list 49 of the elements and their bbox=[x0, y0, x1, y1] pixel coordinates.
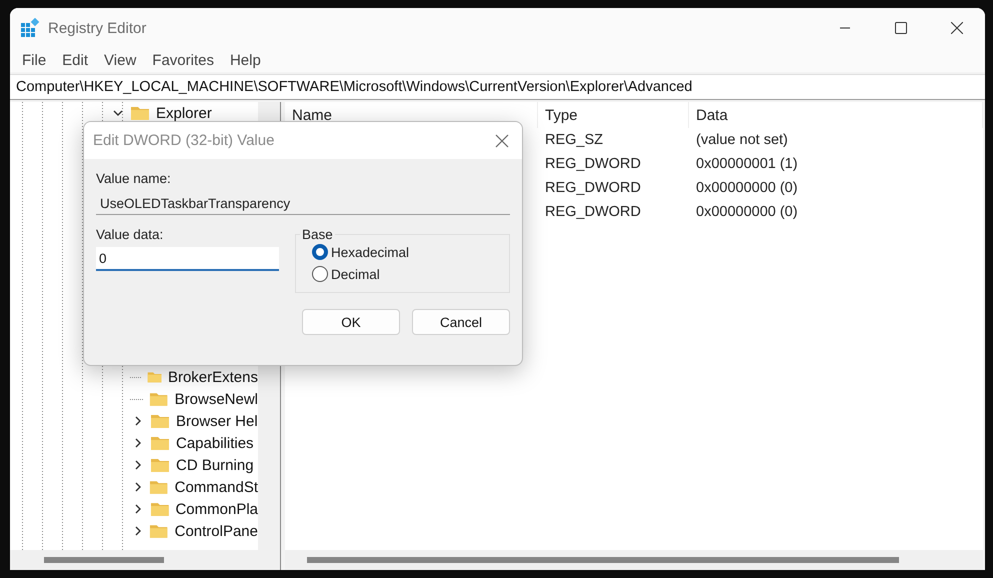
folder-icon bbox=[150, 413, 170, 429]
tree-item[interactable]: Explorer bbox=[156, 104, 212, 122]
tree-item[interactable]: CommonPla bbox=[175, 500, 258, 518]
folder-icon bbox=[130, 105, 150, 121]
close-icon bbox=[495, 134, 509, 148]
radio-button[interactable]: Hexadecimal bbox=[312, 244, 509, 260]
menu-item[interactable]: Help bbox=[222, 52, 269, 68]
table-cell-text: 0x00000001 (1) bbox=[695, 155, 799, 174]
folder-icon bbox=[149, 523, 169, 539]
table-cell-text: REG_DWORD bbox=[544, 203, 642, 222]
menu-item[interactable]: Edit bbox=[54, 52, 96, 68]
group-label: Base bbox=[301, 227, 334, 242]
table-cell-text: REG_SZ bbox=[544, 131, 604, 150]
table-cell-text: REG_DWORD bbox=[544, 179, 642, 198]
tree-item[interactable]: BrokerExtens bbox=[168, 368, 258, 386]
folder-icon bbox=[149, 391, 169, 407]
folder-icon bbox=[150, 435, 170, 451]
table-cell-text: REG_DWORD bbox=[544, 155, 642, 174]
column-header[interactable]: Type bbox=[538, 102, 689, 128]
maximize-icon bbox=[895, 22, 907, 34]
folder-icon bbox=[150, 457, 170, 473]
value-data-field[interactable]: 0 bbox=[96, 247, 279, 271]
table-cell-text: 0x00000000 (0) bbox=[695, 203, 799, 222]
scrollbar-thumb[interactable] bbox=[44, 557, 164, 563]
field-label: Value data: bbox=[96, 227, 164, 242]
tree-item[interactable]: BrowseNewl bbox=[174, 390, 258, 408]
window-title: Registry Editor bbox=[48, 20, 148, 36]
column-header[interactable]: Data bbox=[689, 102, 983, 128]
close-icon bbox=[951, 22, 963, 34]
radio-button[interactable]: Decimal bbox=[312, 266, 509, 282]
tree-item[interactable]: ControlPane bbox=[174, 522, 258, 540]
address-bar[interactable]: Computer\HKEY_LOCAL_MACHINE\SOFTWARE\Microsoft\Windows\CurrentVersion\Explorer\Advanced bbox=[10, 74, 985, 100]
menu-item[interactable]: Favorites bbox=[144, 52, 222, 68]
tree-item[interactable]: Capabilities bbox=[176, 434, 254, 452]
dialog-button[interactable]: OK bbox=[302, 309, 400, 335]
field-label: Value name: bbox=[96, 171, 172, 186]
folder-icon bbox=[150, 501, 170, 517]
tree-item[interactable]: CommandSt bbox=[174, 478, 258, 496]
dialog-title: Edit DWORD (32-bit) Value bbox=[93, 132, 276, 149]
tree-item[interactable]: Browser Hel bbox=[176, 412, 258, 430]
tree-item[interactable]: CD Burning bbox=[176, 456, 254, 474]
folder-icon bbox=[149, 479, 169, 495]
table-cell-text: 0x00000000 (0) bbox=[695, 179, 799, 198]
menu-item[interactable]: View bbox=[96, 52, 144, 68]
table-cell-text: (value not set) bbox=[695, 131, 789, 150]
app-icon bbox=[20, 18, 40, 38]
scrollbar-thumb[interactable] bbox=[307, 557, 899, 563]
dialog-button[interactable]: Cancel bbox=[412, 309, 510, 335]
menu-item[interactable]: File bbox=[14, 52, 54, 68]
